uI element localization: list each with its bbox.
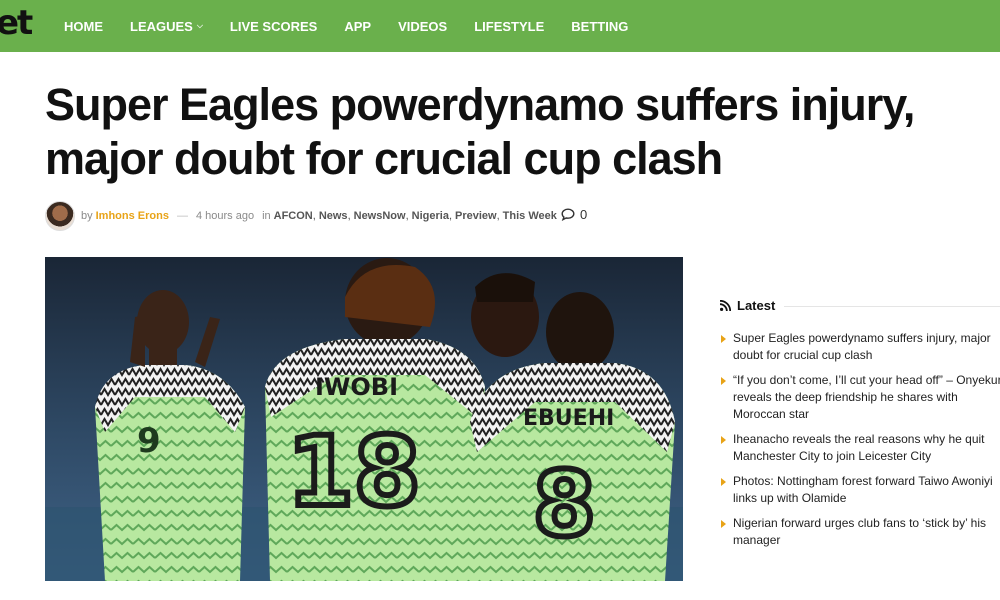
latest-item-link[interactable]: Iheanacho reveals the real reasons why h… [720, 431, 1000, 465]
category-link-news[interactable]: News [319, 210, 348, 222]
nav-item-label: HOME [64, 18, 103, 34]
latest-list: Super Eagles powerdynamo suffers injury,… [720, 330, 1000, 557]
players-celebrating-image: 9 IWOBI 18 EBUEHI 8 [45, 257, 683, 581]
latest-heading: Latest [720, 298, 775, 313]
divider [784, 306, 1000, 307]
latest-title: Latest [737, 298, 776, 313]
nav-item-lifestyle[interactable]: LIFESTYLE [474, 19, 544, 34]
nav-item-label: LIFESTYLE [474, 18, 545, 34]
rss-icon [720, 300, 731, 311]
category-link-this-week[interactable]: This Week [503, 210, 557, 222]
published-time: 4 hours ago [195, 210, 255, 222]
latest-item-link[interactable]: Super Eagles powerdynamo suffers injury,… [720, 330, 1000, 364]
nav-item-home[interactable]: HOME [64, 19, 103, 34]
chevron-down-icon: ⌵ [196, 21, 203, 30]
player-number: 9 [137, 421, 161, 461]
nav-item-live-scores[interactable]: LIVE SCORES [230, 19, 317, 34]
category-link-afcon[interactable]: AFCON [274, 210, 313, 222]
latest-item-link[interactable]: Photos: Nottingham forest forward Taiwo … [720, 473, 1000, 507]
site-logo[interactable]: et [0, 4, 33, 42]
player-number: 18 [287, 416, 421, 528]
author-avatar[interactable] [45, 201, 75, 231]
latest-item-link[interactable]: Nigerian forward urges club fans to ‘sti… [720, 515, 1000, 549]
category-link-preview[interactable]: Preview [455, 210, 497, 222]
nav-item-app[interactable]: APP [344, 19, 371, 34]
nav-item-label: LIVE SCORES [229, 18, 318, 34]
article-meta: by Imhons Erons — 4 hours ago in AFCON, … [45, 201, 557, 231]
nav-item-betting[interactable]: BETTING [571, 19, 628, 34]
article-hero-image: 9 IWOBI 18 EBUEHI 8 [45, 257, 683, 581]
author-link[interactable]: Imhons Erons [96, 210, 169, 222]
player-number: 8 [533, 452, 596, 557]
category-separator: , [448, 210, 453, 222]
nav-item-videos[interactable]: VIDEOS [398, 19, 447, 34]
latest-item-link[interactable]: “If you don’t come, I’ll cut your head o… [720, 372, 1000, 423]
category-separator: , [312, 210, 316, 222]
top-nav-bar: et HOME LEAGUES ⌵ LIVE SCORES APP VIDEOS … [0, 0, 1000, 52]
category-link-newsnow[interactable]: NewsNow [354, 210, 406, 222]
nav-item-label: BETTING [571, 18, 629, 34]
in-label: in [262, 210, 271, 222]
comments-link[interactable]: 0 [561, 207, 587, 222]
category-separator: , [496, 210, 500, 222]
nav-item-label: APP [344, 18, 372, 34]
comment-icon [561, 208, 575, 221]
by-label: by [81, 210, 93, 222]
category-separator: , [405, 210, 409, 222]
player-name: IWOBI [315, 373, 398, 401]
comment-count: 0 [580, 207, 588, 222]
article-title: Super Eagles powerdynamo suffers injury,… [45, 79, 915, 184]
nav-item-leagues[interactable]: LEAGUES ⌵ [130, 19, 203, 34]
main-nav: HOME LEAGUES ⌵ LIVE SCORES APP VIDEOS LIF… [64, 0, 655, 52]
nav-item-label: VIDEOS [398, 18, 448, 34]
meta-separator: — [176, 210, 188, 222]
category-separator: , [347, 210, 351, 222]
player-name: EBUEHI [523, 406, 614, 431]
category-link-nigeria[interactable]: Nigeria [412, 210, 449, 222]
nav-item-label: LEAGUES [130, 18, 193, 34]
